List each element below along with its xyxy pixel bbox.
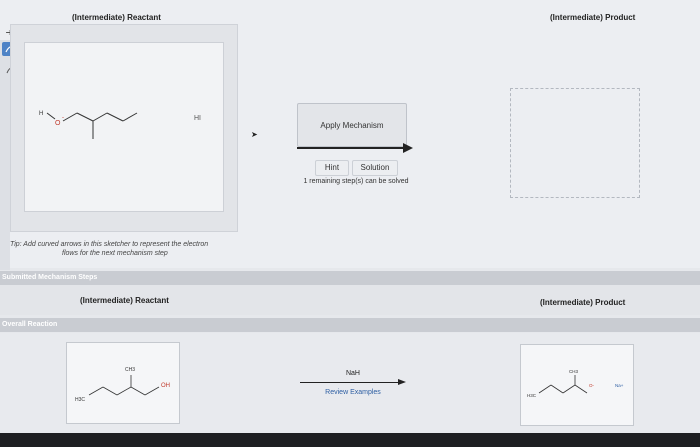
tip-text: Tip: Add curved arrows in this sketcher … xyxy=(10,241,209,257)
submitted-steps-label: Submitted Mechanism Steps xyxy=(2,274,98,281)
reaction-arrow-head xyxy=(403,143,413,153)
hint-button[interactable]: Hint xyxy=(315,160,349,176)
charge-label: - xyxy=(62,115,64,121)
apply-mechanism-button[interactable]: Apply Mechanism xyxy=(297,103,407,147)
solution-button[interactable]: Solution xyxy=(352,160,398,176)
product-o-label: O- xyxy=(589,383,595,388)
overall-reaction-bar[interactable] xyxy=(0,318,700,332)
hydrogen-label: H xyxy=(39,111,43,117)
cursor-icon: ➤ xyxy=(251,130,258,139)
overall-product-box: CH3 O- H3C Na+ xyxy=(520,344,634,426)
remaining-steps-text: 1 remaining step(s) can be solved xyxy=(303,178,409,185)
product-h3c-label: H3C xyxy=(527,393,537,398)
submitted-reactant-title: (Intermediate) Reactant xyxy=(80,296,169,305)
overall-arrow xyxy=(300,382,400,383)
overall-reactant-box: CH3 OH H3C xyxy=(66,342,180,424)
oxygen-label: O xyxy=(55,120,61,127)
reaction-arrow xyxy=(297,147,407,149)
sketcher-canvas[interactable]: H O - xyxy=(24,42,224,212)
overall-arrow-head xyxy=(398,379,406,385)
reagent-label: NaH xyxy=(345,370,360,377)
submitted-steps-bar[interactable] xyxy=(0,271,700,285)
overall-product-molecule: CH3 O- H3C Na+ xyxy=(527,369,624,398)
overall-reaction-label: Overall Reaction xyxy=(2,321,58,328)
ch3-label: CH3 xyxy=(125,367,135,373)
h3c-label: H3C xyxy=(75,397,85,403)
reactant-molecule: H O - xyxy=(39,111,138,139)
overall-reactant-molecule: CH3 OH H3C xyxy=(75,367,170,403)
submitted-product-title: (Intermediate) Product xyxy=(540,298,626,307)
product-title: (Intermediate) Product xyxy=(550,13,636,22)
reactant-title: (Intermediate) Reactant xyxy=(72,13,161,22)
oh-label: OH xyxy=(161,383,170,389)
product-dropzone[interactable] xyxy=(510,88,640,198)
hi-label: HI xyxy=(194,115,201,122)
screen-bezel xyxy=(0,433,700,447)
na-label: Na+ xyxy=(615,383,624,388)
product-ch3-label: CH3 xyxy=(569,369,578,374)
review-examples-link[interactable]: Review Examples xyxy=(300,389,406,396)
